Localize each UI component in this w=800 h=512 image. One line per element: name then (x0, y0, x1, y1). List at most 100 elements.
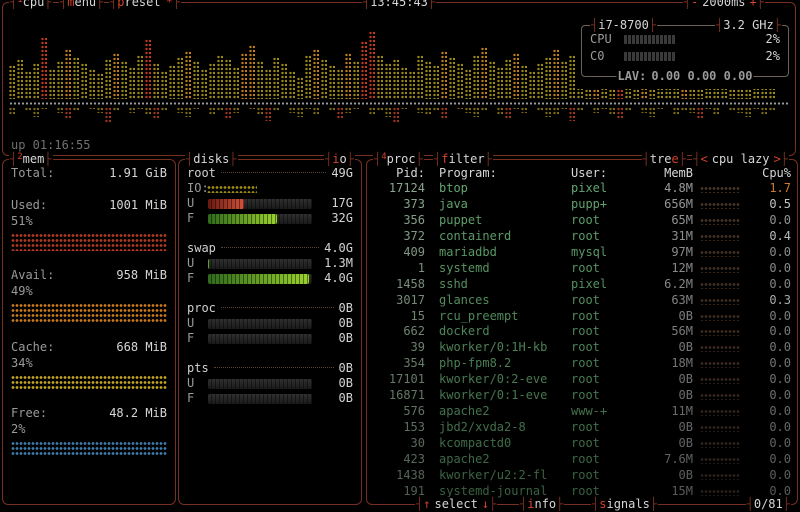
disk-leader-dots (220, 171, 327, 173)
info-button[interactable]: ┤ info ├ (519, 497, 565, 512)
arrow-down-icon[interactable]: ↓ (482, 497, 489, 512)
mem-category-graph (11, 375, 167, 389)
arrow-up-icon[interactable]: ↑ (423, 497, 430, 512)
graph-column (521, 107, 527, 113)
disk-free-value: 0B (338, 331, 353, 345)
process-row[interactable]: 30 kcompactd0 root 0B 0.0 (373, 436, 791, 451)
graph-column (41, 107, 47, 109)
column-header-program[interactable]: Program: (429, 166, 567, 181)
interval-minus-button[interactable]: - (691, 0, 698, 10)
process-mem-graph (700, 488, 740, 496)
core-percent: 2% (765, 49, 780, 63)
process-row[interactable]: 356 puppet root 65M 0.0 (373, 213, 791, 228)
sort-prev-arrow[interactable]: < (701, 152, 708, 167)
column-header-user[interactable]: User: (571, 166, 635, 181)
process-row[interactable]: 16871 kworker/0:1-eve root 0B 0.0 (373, 388, 791, 403)
process-row[interactable]: 373 java pupp+ 656M 0.5 (373, 197, 791, 212)
graph-column (753, 107, 759, 109)
process-mem-graph (700, 472, 740, 480)
tree-toggle-button[interactable]: ┤ tre e ├ (641, 152, 687, 167)
cpu-model-label: i7-8700 (598, 18, 649, 32)
process-mem: 12M (671, 260, 693, 275)
tab-disks[interactable]: ┤ disks ├ (185, 152, 238, 167)
process-row[interactable]: 423 apache2 root 7.6M 0.0 (373, 452, 791, 467)
mem-box-title: mem (22, 152, 45, 166)
bracket-right: ├ (44, 0, 52, 9)
bracket-left: ┤ (10, 0, 18, 9)
bracket-right: ├ (44, 152, 52, 166)
sort-next-arrow[interactable]: > (774, 152, 781, 167)
tab-proc[interactable]: ┤ 4 proc ├ (373, 152, 424, 167)
interval-plus-button[interactable]: + (750, 0, 757, 10)
graph-column (329, 107, 335, 111)
process-row[interactable]: 153 jbd2/xvda2-8 root 0B 0.0 (373, 420, 791, 435)
process-mem-graph (700, 186, 740, 193)
graph-column (57, 61, 63, 99)
bracket-left: ┤ (110, 0, 118, 9)
tab-cpu[interactable]: ┤ 1 cpu ├ (9, 0, 53, 10)
graph-column (97, 107, 103, 113)
meter-segment (664, 35, 667, 44)
update-interval[interactable]: ┤ -2000ms + ├ (682, 0, 765, 10)
filter-button[interactable]: ┤ filter ├ (433, 152, 493, 167)
process-row[interactable]: 409 mariadbd mysql 97M 0.0 (373, 245, 791, 260)
process-row[interactable]: 662 dockerd root 56M 0.0 (373, 324, 791, 339)
graph-column (169, 65, 175, 99)
disks-box-title: disks (193, 152, 230, 166)
column-header-mem[interactable]: MemB (639, 166, 693, 181)
process-cpu: 0.0 (769, 436, 791, 450)
process-row[interactable]: 1 systemd root 12M 0.0 (373, 261, 791, 276)
process-row[interactable]: 39 kworker/0:1H-kb root 0B 0.0 (373, 340, 791, 355)
process-pid: 354 (403, 356, 425, 371)
mem-category-value: 1001 MiB (109, 198, 167, 212)
disk-free-bar (208, 273, 312, 284)
process-row[interactable]: 1438 kworker/u2:2-fl root 0B 0.0 (373, 468, 791, 483)
mem-category: Used: 1001 MiB 51% (11, 198, 167, 251)
process-pid: 1 (417, 260, 425, 275)
menu-button[interactable]: ┤ menu ├ (59, 0, 105, 10)
bracket-right: ├ (427, 0, 436, 9)
process-row[interactable]: 3017 glances root 63M 0.3 (373, 293, 791, 308)
graph-column (529, 71, 535, 99)
column-header-pid[interactable]: Pid: (373, 166, 425, 181)
column-header-cpu[interactable]: Cpu% (747, 166, 791, 181)
graph-column (769, 107, 775, 111)
process-row[interactable]: 576 apache2 www-+ 11M 0.0 (373, 404, 791, 419)
process-mem-graph (700, 329, 740, 337)
graph-column (361, 41, 367, 99)
core-meter-row: C0 2% (590, 49, 780, 63)
preset-button[interactable]: ┤ preset * ├ (109, 0, 182, 10)
bracket-right: ├ (782, 497, 790, 511)
mem-category-label: Used: (11, 198, 48, 212)
process-row[interactable]: 354 php-fpm8.2 root 18M 0.0 (373, 356, 791, 371)
disk-free-bar (208, 393, 312, 404)
signals-button[interactable]: ┤ signals ├ (591, 497, 659, 512)
graph-column (329, 65, 335, 99)
mem-category: Cache: 668 MiB 34% (11, 340, 167, 389)
sort-selector[interactable]: ┤ < cpu lazy > ├ (692, 152, 789, 167)
disk-name-row: pts 0B (187, 361, 353, 376)
disk-free-value: 32G (331, 211, 353, 225)
process-row[interactable]: 15 rcu_preempt root 0B 0.0 (373, 309, 791, 324)
process-row[interactable]: 17101 kworker/0:2-eve root 0B 0.0 (373, 372, 791, 387)
meter-segment (624, 35, 627, 44)
graph-column (161, 71, 167, 99)
graph-column (185, 107, 191, 117)
graph-column (137, 55, 143, 99)
io-toggle-button[interactable]: ┤ io ├ (324, 152, 355, 167)
tab-mem[interactable]: ┤ 2 mem ├ (9, 152, 53, 167)
process-row[interactable]: 17124 btop pixel 4.8M 1.7 (373, 181, 791, 196)
process-user: root (571, 436, 600, 450)
bracket-left: ┤ (592, 497, 600, 511)
process-row[interactable]: 1458 sshd pixel 6.2M 0.0 (373, 277, 791, 292)
select-hint[interactable]: ┤ ↑ select ↓ ├ (415, 497, 498, 512)
process-mem-graph (700, 265, 740, 273)
graph-column (353, 61, 359, 99)
graph-column (505, 59, 511, 99)
disk-name: swap (187, 241, 216, 255)
process-row[interactable]: 372 containerd root 31M 0.4 (373, 229, 791, 244)
graph-column (537, 63, 543, 99)
process-mem: 0B (678, 340, 693, 355)
graph-column (441, 51, 447, 99)
process-user: www-+ (571, 404, 608, 419)
